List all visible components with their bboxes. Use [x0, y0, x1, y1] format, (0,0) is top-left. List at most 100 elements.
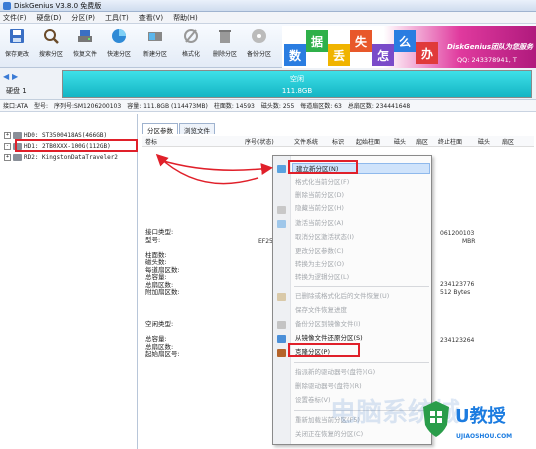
prop-mbr-value: MBR	[462, 238, 476, 245]
menu-item-deactivate[interactable]: 取消分区激活状态(I)	[292, 232, 430, 243]
delete-partition-button[interactable]: 删除分区	[210, 27, 240, 65]
menu-item-change-params[interactable]: 更改分区参数(C)	[292, 246, 430, 257]
menu-item-to-logical[interactable]: 转换为逻辑分区(L)	[292, 272, 430, 283]
new-partition-icon	[148, 32, 162, 41]
delete-partition-label: 删除分区	[212, 51, 237, 58]
new-partition-button[interactable]: 新建分区	[140, 27, 170, 65]
menu-item-label: 删除驱动器号(盘符)(R)	[295, 382, 362, 390]
menu-file[interactable]: 文件(F)	[3, 13, 27, 23]
menu-view[interactable]: 查看(V)	[139, 13, 163, 23]
col-end-sector[interactable]: 扇区	[502, 137, 514, 146]
title-bar: DiskGenius V3.8.0 免费版	[0, 0, 536, 12]
recover-icon	[277, 293, 286, 301]
banner-char: 怎	[372, 44, 394, 66]
expand-icon[interactable]: +	[4, 131, 11, 139]
menu-help[interactable]: 帮助(H)	[173, 13, 198, 23]
info-total-sectors: 总扇区数: 234441648	[347, 103, 411, 110]
menu-item-hide[interactable]: 隐藏当前分区(H)	[292, 203, 430, 214]
tree-item-label: RD2: KingstonDataTraveler2	[24, 153, 118, 161]
menu-item-label: 关闭正在恢复的分区(C)	[295, 430, 364, 438]
col-start-head[interactable]: 磁头	[394, 137, 406, 146]
usb-disk-icon	[13, 153, 22, 161]
tab-browse-files[interactable]: 浏览文件	[179, 123, 215, 135]
col-start-sector[interactable]: 扇区	[416, 137, 428, 146]
partition-name: 空闲	[290, 75, 304, 83]
new-partition-label: 新建分区	[142, 51, 167, 58]
backup-icon	[252, 29, 266, 43]
highlight-box-clone-partition	[288, 343, 360, 357]
col-index[interactable]: 序号(状态)	[245, 137, 274, 146]
backup-image-icon	[277, 321, 286, 329]
quick-partition-button[interactable]: 快速分区	[104, 27, 134, 65]
banner-char: 办	[416, 42, 438, 64]
restore-icon	[78, 30, 92, 42]
expand-icon[interactable]: -	[4, 142, 11, 150]
menu-item-remove-letter[interactable]: 删除驱动器号(盘符)(R)	[292, 381, 430, 392]
menu-item-backup-image[interactable]: 备份分区到镜像文件(I)	[292, 319, 430, 330]
disk-tree: + HD0: ST3500418AS(466GB) - HD1: 2TB0XXX…	[0, 114, 138, 449]
prev-disk-icon[interactable]: ◀	[3, 72, 9, 81]
prop-sectors-value: 234123776	[440, 281, 475, 288]
partition-map-free[interactable]: 空闲 111.8GB	[62, 70, 532, 98]
search-partition-button[interactable]: 搜索分区	[36, 27, 66, 65]
info-model: 型号:	[33, 103, 48, 110]
delete-icon	[219, 30, 231, 43]
tree-item-rd2[interactable]: + RD2: KingstonDataTraveler2	[4, 152, 118, 162]
menu-item-assign-letter[interactable]: 指派新的驱动器号(盘符)(G)	[292, 367, 430, 378]
activate-icon	[277, 220, 286, 228]
restore-files-button[interactable]: 恢复文件	[70, 27, 100, 65]
menu-item-save-progress[interactable]: 保存文件恢复进度	[292, 305, 430, 316]
menu-item-label: 备份分区到镜像文件(I)	[295, 320, 361, 328]
menu-partition[interactable]: 分区(P)	[71, 13, 95, 23]
column-header: 卷标 序号(状态) 文件系统 标识 起始柱面 磁头 扇区 终止柱面 磁头 扇区	[142, 136, 534, 147]
partition-size: 111.8GB	[281, 87, 313, 95]
col-start-cylinder[interactable]: 起始柱面	[356, 137, 380, 146]
restore-files-label: 恢复文件	[72, 51, 97, 58]
menu-item-delete[interactable]: 删除当前分区(D)	[292, 190, 430, 201]
col-filesystem[interactable]: 文件系统	[294, 137, 318, 146]
banner-char: 数	[284, 44, 306, 66]
free-space-properties: 空闲类型: 总容量: 总扇区数: 起始扇区号:	[145, 320, 180, 359]
menu-item-label: 转换为逻辑分区(L)	[295, 273, 350, 281]
ad-banner[interactable]: 数 据 丢 失 怎 么 办 DiskGenius团队为您服务 QQ: 24337…	[282, 26, 536, 68]
prop-label: 空闲类型:	[145, 320, 174, 328]
col-volume-label[interactable]: 卷标	[145, 137, 157, 146]
menu-item-activate[interactable]: 激活当前分区(A)	[292, 218, 430, 229]
menu-item-label: 取消分区激活状态(I)	[295, 233, 354, 241]
menu-item-close-recovering[interactable]: 关闭正在恢复的分区(C)	[292, 429, 430, 440]
info-serial: 序列号:SM1206200103	[54, 103, 122, 110]
format-button[interactable]: 格式化	[176, 27, 206, 65]
menu-item-label: 指派新的驱动器号(盘符)(G)	[295, 368, 376, 376]
menu-tools[interactable]: 工具(T)	[105, 13, 129, 23]
menu-item-label: 从镜像文件还原分区(S)	[295, 334, 363, 342]
menu-item-label: 激活当前分区(A)	[295, 219, 344, 227]
save-button-label: 保存更改	[4, 51, 29, 58]
col-end-cylinder[interactable]: 终止柱面	[438, 137, 462, 146]
quick-partition-icon	[112, 29, 126, 43]
info-capacity: 容量: 111.8GB (114473MB)	[127, 103, 208, 110]
restore-image-icon	[277, 335, 286, 343]
tab-partition-params[interactable]: 分区参数	[142, 123, 178, 135]
menu-item-format[interactable]: 格式化当前分区(F)	[292, 177, 430, 188]
format-icon	[184, 29, 198, 43]
menu-item-label: 转换为主分区(O)	[295, 260, 345, 268]
banner-brand: DiskGenius团队为您服务	[447, 43, 534, 51]
col-id[interactable]: 标识	[332, 137, 344, 146]
prop-label: 型号:	[145, 235, 161, 244]
banner-qq: QQ: 243378941, T	[457, 56, 517, 64]
menu-disk[interactable]: 硬盘(D)	[37, 13, 62, 23]
menu-item-recover-files[interactable]: 已删除或格式化后的文件恢复(U)	[292, 291, 430, 302]
banner-char: 丢	[328, 44, 350, 66]
disk-icon	[13, 131, 22, 139]
backup-partition-button[interactable]: 备份分区	[244, 27, 274, 65]
col-end-head[interactable]: 磁头	[478, 137, 490, 146]
menu-item-to-primary[interactable]: 转换为主分区(O)	[292, 259, 430, 270]
highlight-box-disk	[15, 139, 138, 152]
watermark-brand: U教授	[455, 406, 506, 427]
expand-icon[interactable]: +	[4, 153, 11, 161]
highlight-box-create-partition	[288, 160, 358, 174]
menu-item-label: 格式化当前分区(F)	[295, 178, 350, 186]
watermark-site: UJIAOSHOU.COM	[456, 433, 513, 440]
save-button[interactable]: 保存更改	[2, 27, 32, 65]
next-disk-icon[interactable]: ▶	[12, 72, 18, 81]
